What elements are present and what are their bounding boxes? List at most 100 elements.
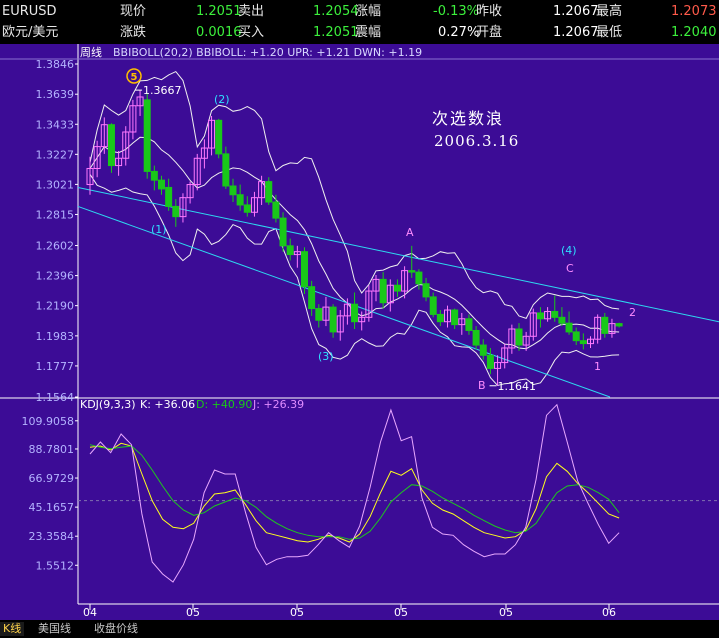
high-marker-label: 1.3667: [143, 84, 182, 97]
price-pane-title: 周线: [80, 45, 102, 59]
candle-body: [565, 322, 573, 333]
candle-body: [601, 316, 609, 334]
candle-body: [393, 284, 401, 292]
candle-body: [279, 217, 287, 247]
candle-body: [422, 283, 430, 298]
change-pct-label: 涨幅: [355, 4, 382, 19]
candle-body: [615, 323, 623, 327]
kdj-tick-label: 45.1657: [29, 501, 75, 514]
candle-body: [222, 153, 230, 187]
price-tick-label: 1.2602: [36, 240, 75, 253]
open-label: 开盘: [476, 25, 503, 40]
candle-body: [515, 328, 523, 346]
kdj-tick-label: 1.5512: [36, 559, 75, 572]
candle-body: [308, 286, 316, 310]
candle-body: [436, 313, 444, 323]
price-tick-label: 1.3639: [36, 88, 75, 101]
candle-body: [479, 344, 487, 356]
candle-body: [558, 316, 566, 324]
price-tick-label: 1.3846: [36, 58, 75, 71]
sell-value: 1.2054: [313, 4, 359, 19]
candle-body: [236, 194, 244, 206]
kdj-tick-label: 88.7801: [29, 443, 75, 456]
candle-body: [265, 181, 273, 203]
candle-body: [415, 271, 423, 285]
candle-body: [172, 205, 180, 218]
wave-label: A: [406, 226, 414, 239]
wave-label: 1: [594, 360, 601, 373]
price-tick-label: 1.1777: [36, 360, 75, 373]
open-value: 1.2067: [553, 25, 599, 40]
candle-body: [301, 251, 308, 288]
candle-body: [272, 201, 280, 219]
candle-body: [215, 119, 223, 155]
prev-close-label: 昨收: [476, 4, 503, 19]
candle-body: [465, 318, 473, 331]
annotation-title: 次选数浪: [432, 109, 504, 128]
wave-label: (4): [561, 244, 577, 257]
price-tick-label: 1.2190: [36, 300, 75, 313]
low-label: 最低: [596, 25, 623, 40]
price-tick-label: 1.2396: [36, 270, 75, 283]
kdj-j-value: J: +26.39: [252, 398, 304, 411]
amplitude-value: 0.27%: [438, 25, 480, 40]
price-value: 1.2051: [196, 4, 242, 19]
x-tick-label: 04: [83, 606, 97, 619]
candle-body: [379, 278, 387, 304]
low-value: 1.2040: [671, 25, 717, 40]
annotation-date: 2006.3.16: [434, 132, 519, 150]
price-tick-label: 1.1983: [36, 330, 75, 343]
kdj-tick-label: 66.9729: [29, 472, 75, 485]
candle-body: [572, 331, 580, 342]
symbol: EURUSD: [2, 4, 57, 19]
tab-kline[interactable]: K线: [0, 622, 25, 636]
candle-body: [143, 99, 151, 172]
price-label: 现价: [120, 4, 147, 19]
tab-close-line[interactable]: 收盘价线: [94, 622, 138, 636]
price-tick-label: 1.2815: [36, 208, 75, 221]
boll-values: BBIBOLL(20,2) BBIBOLL: +1.20 UPR: +1.21 …: [113, 46, 422, 59]
wave-5-label: 5: [131, 72, 138, 83]
pair-name: 欧元/美元: [2, 25, 59, 40]
candle-body: [165, 186, 173, 207]
candle-body: [429, 296, 437, 315]
candle-body: [351, 303, 359, 323]
buy-label: 买入: [238, 25, 265, 40]
candle-body: [315, 308, 323, 321]
wave-label: B: [478, 379, 486, 392]
chart-tabs: K线 美国线 收盘价线: [0, 620, 719, 638]
quote-panel: EURUSD 现价 1.2051 卖出 1.2054 涨幅 -0.13% 昨收 …: [0, 0, 719, 44]
candle-body: [243, 204, 251, 213]
chart-area[interactable]: 1.3846 1.3639 1.3433 1.3227 1.3021 1.2815 1.26…: [0, 44, 719, 620]
candle-body: [150, 170, 158, 181]
kdj-title: KDJ(9,3,3): [80, 398, 136, 411]
candle-body: [579, 340, 587, 345]
candle-body: [451, 309, 459, 326]
high-label: 最高: [596, 4, 623, 19]
x-tick-label: 06: [602, 606, 616, 619]
candle-body: [408, 270, 416, 273]
candle-body: [486, 354, 494, 369]
low-marker-label: 1.1641: [498, 380, 537, 393]
kdj-d-value: D: +40.90: [196, 398, 252, 411]
price-tick-label: 1.1564: [36, 391, 75, 404]
amplitude-label: 震幅: [355, 25, 382, 40]
x-tick-label: 05: [499, 606, 513, 619]
prev-close-value: 1.2067: [553, 4, 599, 19]
kdj-k-value: K: +36.06: [140, 398, 195, 411]
candle-body: [158, 179, 165, 190]
price-tick-label: 1.3433: [36, 118, 75, 131]
candle-body: [286, 245, 294, 256]
wave-label: (2): [214, 93, 230, 106]
x-tick-label: 05: [290, 606, 304, 619]
candle-body: [472, 329, 480, 346]
tab-us-line[interactable]: 美国线: [38, 622, 71, 636]
candle-body: [551, 310, 559, 318]
candle-body: [229, 185, 237, 196]
sell-label: 卖出: [238, 4, 265, 19]
x-tick-label: 05: [394, 606, 408, 619]
buy-value: 1.2051: [313, 25, 359, 40]
wave-label: 2: [629, 306, 636, 319]
price-tick-label: 1.3021: [36, 178, 75, 191]
wave-label: (3): [318, 350, 334, 363]
